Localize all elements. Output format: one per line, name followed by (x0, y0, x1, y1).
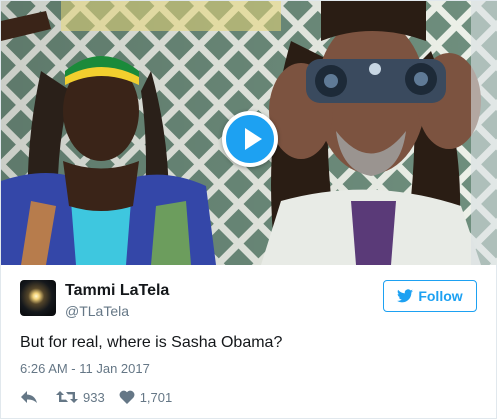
retweet-button[interactable]: 933 (56, 390, 105, 405)
avatar[interactable] (20, 280, 56, 316)
reply-icon (21, 391, 37, 403)
tweet-text: But for real, where is Sasha Obama? (20, 334, 283, 351)
tweet-card: Tammi LaTela @TLaTela Follow But for rea… (0, 0, 497, 419)
author-name[interactable]: Tammi LaTela (65, 282, 169, 300)
twitter-bird-icon (397, 289, 414, 303)
reply-button[interactable] (20, 390, 38, 404)
follow-label: Follow (418, 288, 463, 304)
author-handle[interactable]: @TLaTela (65, 303, 129, 319)
play-button[interactable] (222, 111, 278, 167)
retweet-icon (56, 391, 78, 403)
play-icon (245, 128, 262, 150)
tweet-timestamp[interactable]: 6:26 AM - 11 Jan 2017 (20, 361, 150, 376)
tweet-actions: 933 1,701 (20, 387, 172, 407)
like-button[interactable]: 1,701 (119, 389, 173, 405)
follow-button[interactable]: Follow (383, 280, 477, 312)
video-thumbnail[interactable] (1, 1, 497, 265)
retweet-count: 933 (83, 389, 105, 405)
like-count: 1,701 (139, 389, 173, 405)
heart-icon (119, 390, 135, 404)
